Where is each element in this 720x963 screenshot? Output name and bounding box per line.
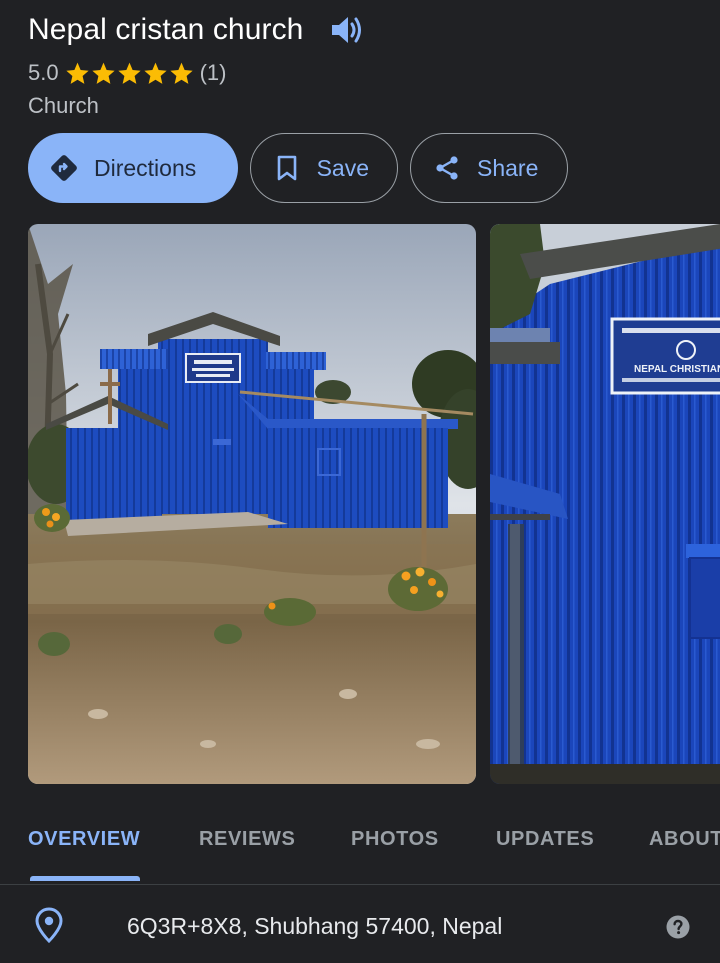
church-photo[interactable] [28,224,476,784]
place-title: Nepal cristan church [28,13,304,46]
share-icon [433,154,461,182]
tab-about[interactable]: ABOUT [649,828,720,851]
address-row[interactable]: 6Q3R+8X8, Shubhang 57400, Nepal [0,885,720,963]
directions-label: Directions [94,154,197,181]
save-button[interactable]: Save [250,133,398,203]
rating-value: 5.0 [28,60,59,85]
star-rating [65,61,194,86]
tab-overview[interactable]: OVERVIEW [28,828,140,851]
help-icon[interactable] [666,915,690,939]
photo-carousel[interactable]: NEPAL CHRISTIAN CH [28,224,720,784]
action-buttons: Directions Save Share [28,133,568,203]
active-tab-indicator [30,876,140,881]
tab-updates[interactable]: UPDATES [496,828,594,851]
star-icon [91,62,115,84]
place-category: Church [28,93,99,118]
review-count: (1) [199,60,227,85]
star-icon [143,62,167,84]
directions-icon [50,154,78,182]
save-label: Save [316,154,369,181]
speaker-icon[interactable] [329,12,365,48]
tab-reviews[interactable]: REVIEWS [199,828,295,851]
title-row: Nepal cristan church [28,8,365,52]
bookmark-icon [273,154,301,182]
sign-text: NEPAL CHRISTIAN CH [634,364,720,375]
share-label: Share [477,154,539,181]
location-pin-icon [35,907,63,943]
tab-bar: OVERVIEW REVIEWS PHOTOS UPDATES ABOUT [0,818,720,884]
church-sign-photo[interactable]: NEPAL CHRISTIAN CH [490,224,720,784]
star-icon [117,62,141,84]
place-details-panel: Nepal cristan church 5.0 (1) Church Dire… [0,0,720,963]
tab-photos[interactable]: PHOTOS [351,828,439,851]
star-icon [169,62,193,84]
directions-button[interactable]: Directions [28,133,238,203]
share-button[interactable]: Share [410,133,568,203]
star-icon [65,62,89,84]
rating-row[interactable]: 5.0 (1) [28,58,226,88]
address-text: 6Q3R+8X8, Shubhang 57400, Nepal [127,913,503,939]
